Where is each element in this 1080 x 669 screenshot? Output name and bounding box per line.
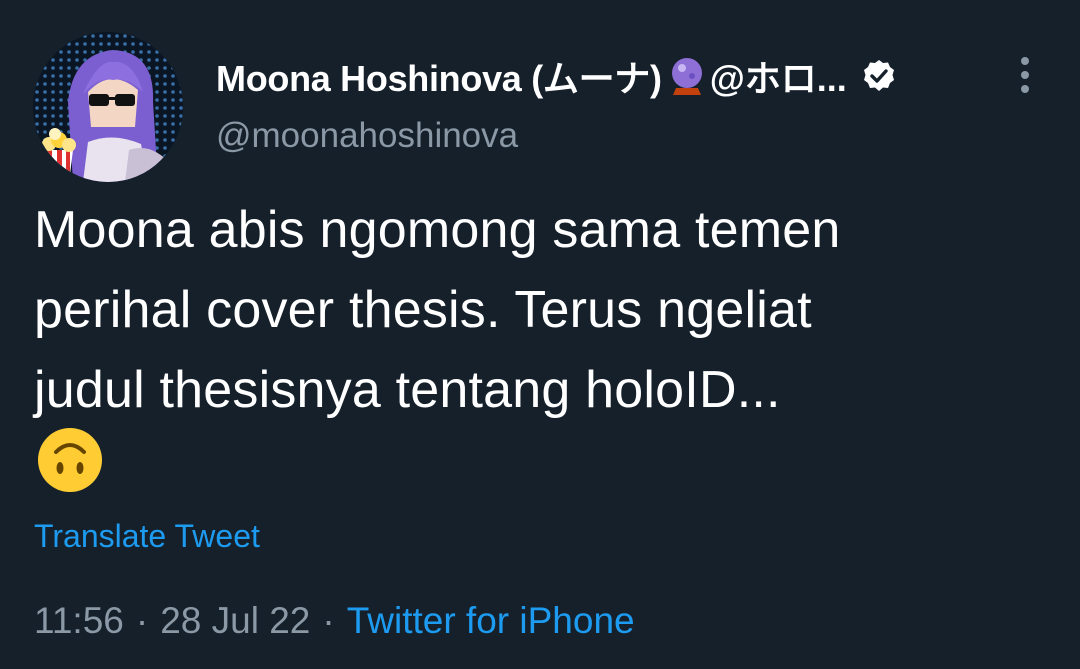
meta-separator: · [322,600,335,641]
translate-tweet-link[interactable]: Translate Tweet [34,518,260,555]
more-options-icon[interactable] [1008,56,1042,94]
tweet-date[interactable]: 28 Jul 22 [160,600,310,641]
avatar[interactable] [33,32,183,182]
tweet-text-line: Moona abis ngomong sama temen [34,201,841,259]
author-display-name[interactable]: Moona Hoshinova (ムーナ) [216,50,662,102]
tweet-meta: 11:56 · 28 Jul 22 · Twitter for iPhone [34,600,635,642]
tweet-text: Moona abis ngomong sama temen perihal co… [34,190,1044,430]
author-handle[interactable]: @moonahoshinova [216,116,518,156]
tweet-text-line: judul thesisnya tentang holoID... [34,361,781,419]
meta-separator: · [135,600,149,641]
tweet-time[interactable]: 11:56 [34,600,124,641]
crystal-ball-icon [668,56,706,96]
tweet-source-link[interactable]: Twitter for iPhone [347,600,635,641]
author-name-suffix[interactable]: @ホロ... [710,50,847,102]
author-name-row[interactable]: Moona Hoshinova (ムーナ) @ホロ... [216,52,897,100]
verified-badge-icon [861,58,897,94]
avatar-image [33,32,183,182]
tweet-text-line: perihal cover thesis. Terus ngeliat [34,281,812,339]
upside-down-face-icon [36,426,104,494]
